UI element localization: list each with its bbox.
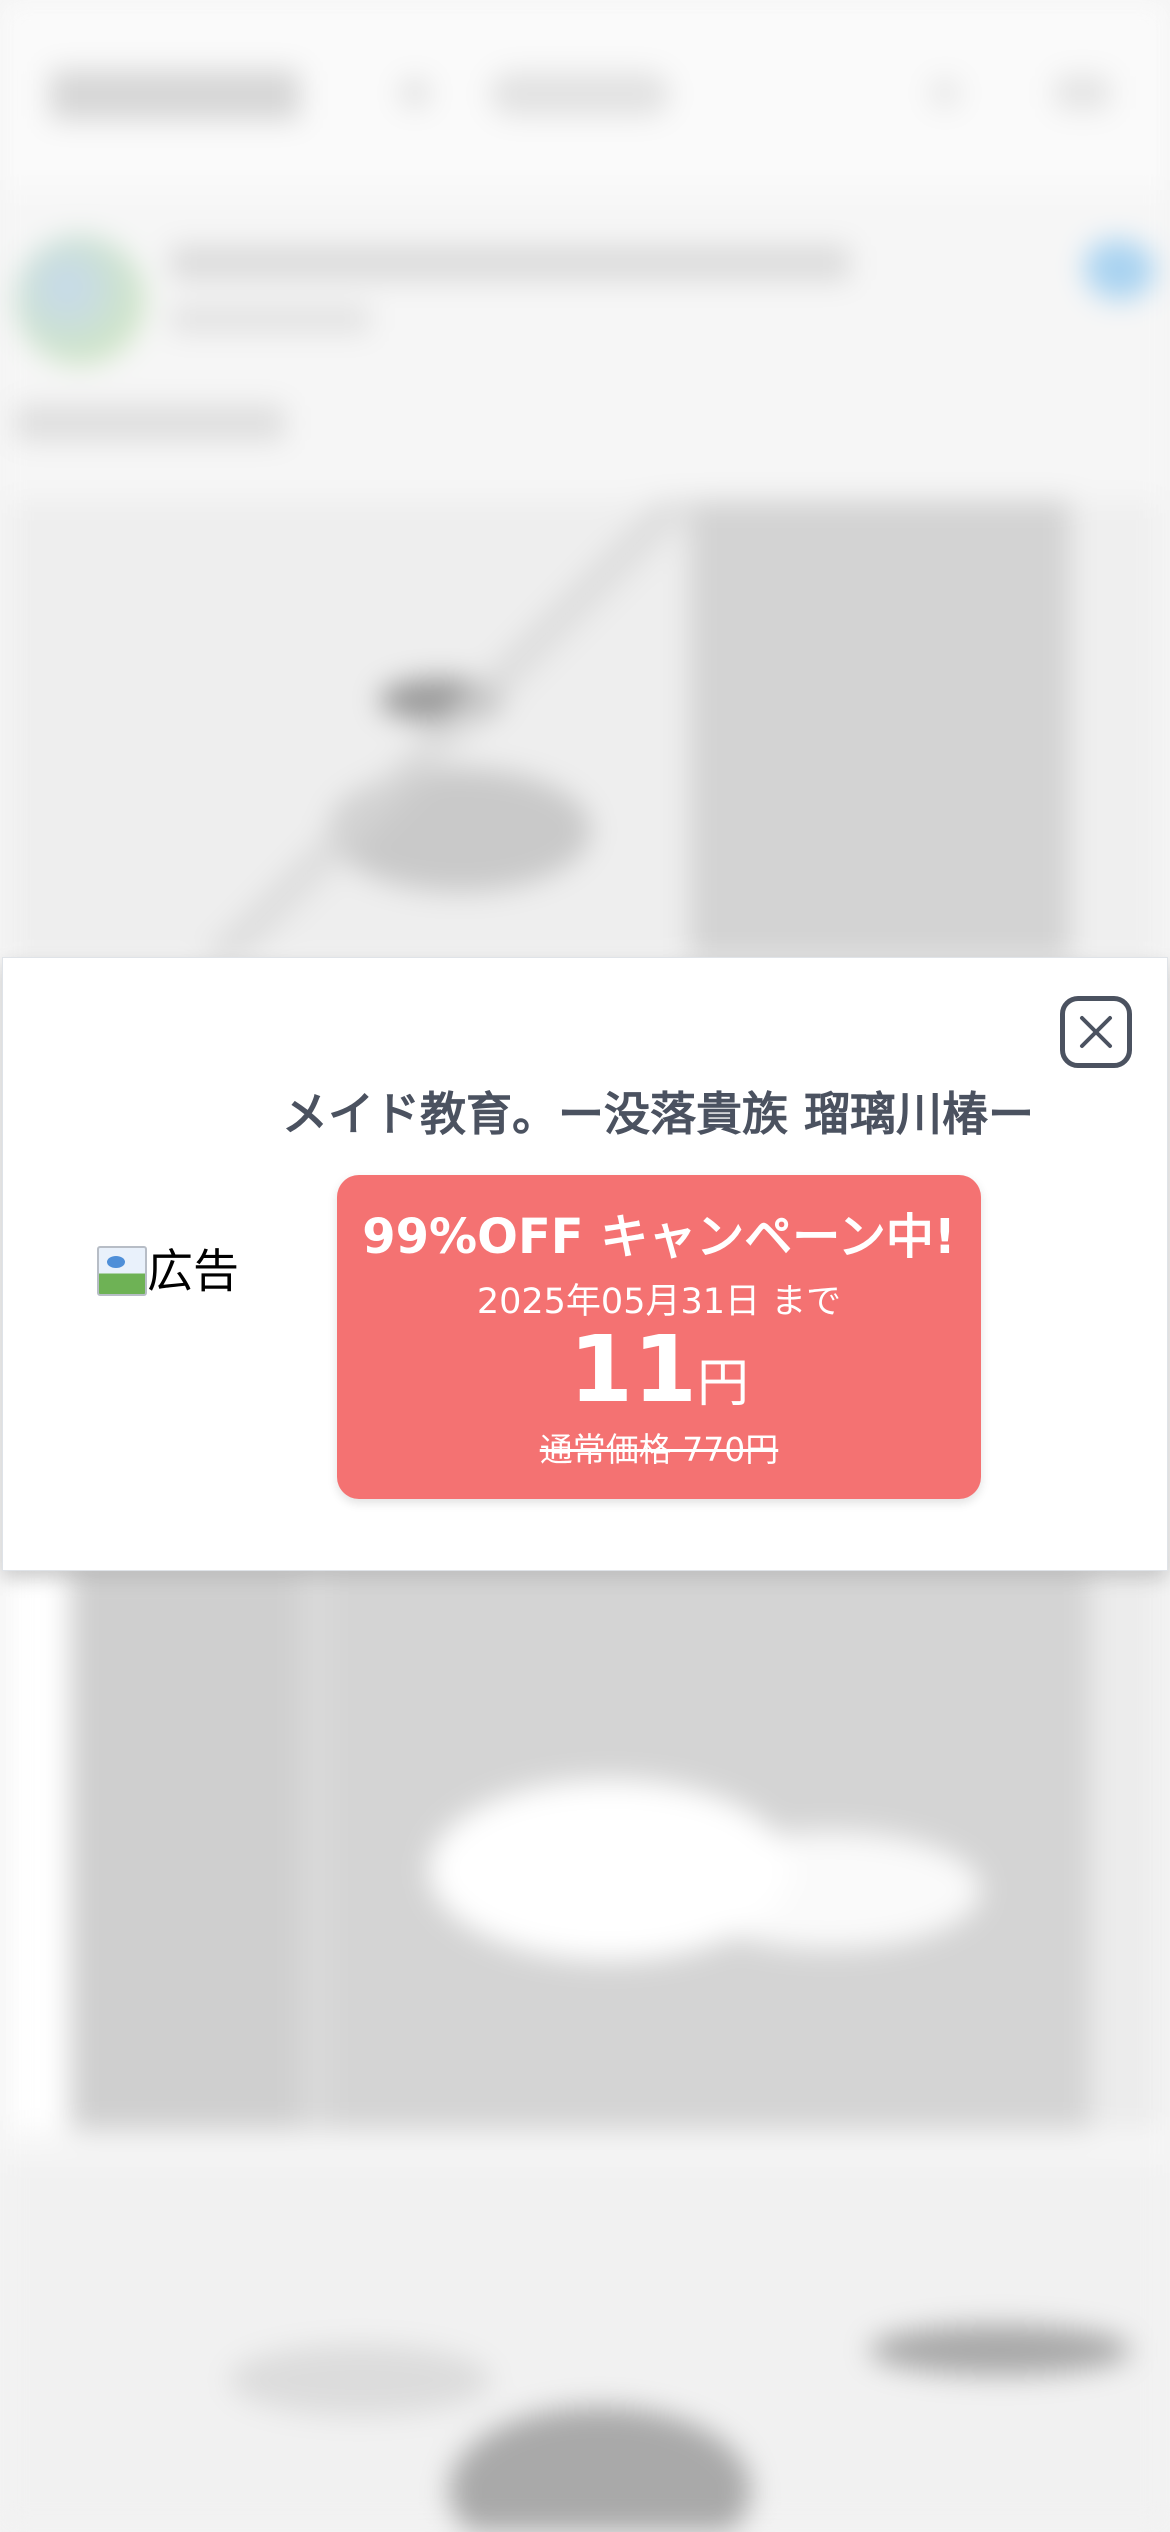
background-manga-panel bbox=[10, 500, 1160, 960]
sale-price: 11円 bbox=[337, 1315, 981, 1425]
ad-image[interactable]: 広告 bbox=[97, 1241, 257, 1301]
campaign-heading: 99%OFF キャンペーン中! bbox=[362, 1209, 956, 1265]
background-avatar bbox=[15, 235, 145, 365]
ad-image-alt-text: 広告 bbox=[147, 1244, 239, 1298]
background-logo bbox=[50, 70, 300, 120]
regular-price: 通常価格 770円 bbox=[337, 1423, 981, 1471]
ad-title[interactable]: メイド教育。ー没落貴族 瑠璃川椿ー bbox=[183, 1078, 1133, 1148]
background-manga-panel bbox=[10, 1570, 1160, 2130]
broken-image-icon bbox=[97, 1246, 147, 1296]
background-search-icon bbox=[930, 78, 960, 108]
background-menu-icon bbox=[1055, 75, 1110, 110]
close-icon bbox=[1080, 1016, 1112, 1048]
background-manga-panel bbox=[0, 2160, 1170, 2532]
close-button[interactable] bbox=[1060, 996, 1132, 1068]
ad-modal: メイド教育。ー没落貴族 瑠璃川椿ー 広告 99%OFF キャンペーン中! 202… bbox=[2, 957, 1168, 1571]
sale-price-unit: 円 bbox=[697, 1354, 750, 1414]
background-author-name bbox=[170, 245, 850, 281]
background-bird-icon bbox=[1085, 240, 1155, 300]
regular-price-text: 通常価格 770円 bbox=[539, 1430, 779, 1469]
background-author-handle bbox=[170, 305, 370, 333]
sale-price-value: 11 bbox=[568, 1316, 697, 1423]
background-post-text bbox=[15, 405, 285, 441]
price-card[interactable]: 99%OFF キャンペーン中! 2025年05月31日 まで 11円 通常価格 … bbox=[337, 1175, 981, 1499]
background-nav-tab bbox=[490, 72, 670, 116]
background-nav-icon bbox=[400, 78, 430, 108]
